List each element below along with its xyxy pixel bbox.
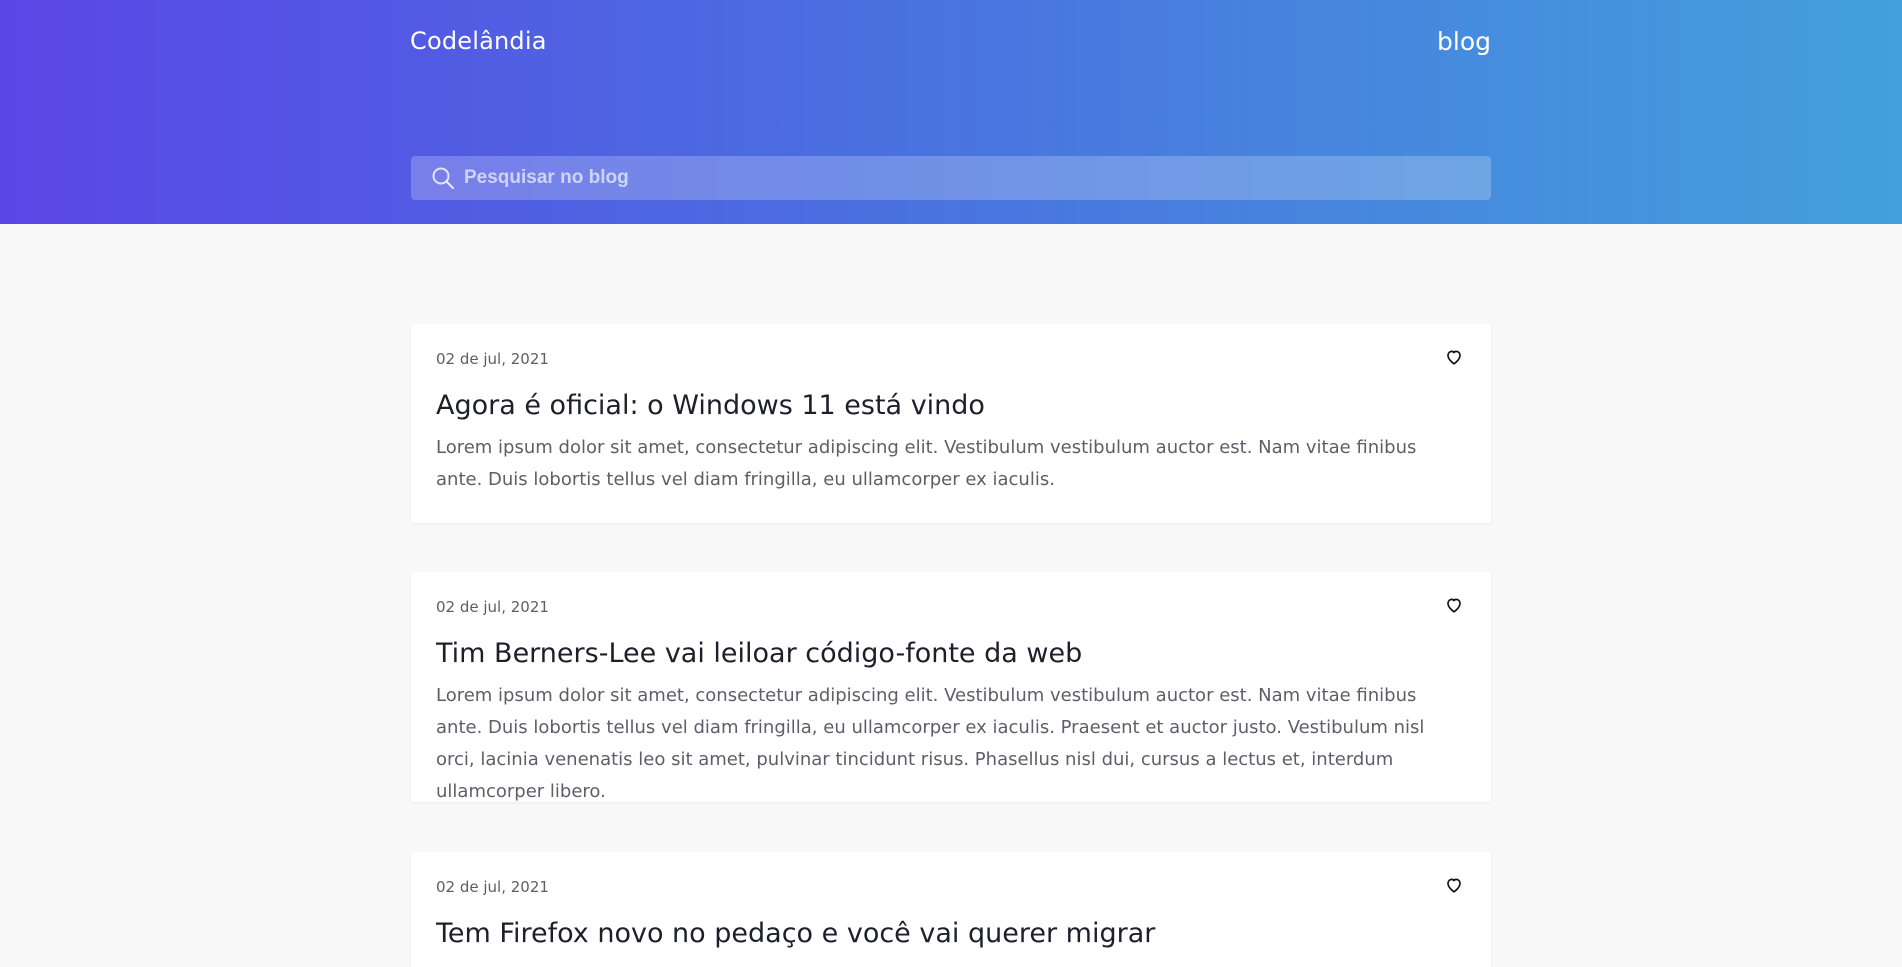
post-card: 02 de jul, 2021 Tim Berners-Lee vai leil… (411, 572, 1491, 802)
page-header: Codelândia blog (0, 0, 1902, 224)
site-logo[interactable]: Codelândia (410, 27, 547, 55)
search-bar (411, 156, 1491, 200)
heart-icon[interactable] (1445, 596, 1463, 614)
post-title[interactable]: Agora é oficial: o Windows 11 está vindo (436, 390, 985, 421)
post-excerpt: Lorem ipsum dolor sit amet, consectetur … (436, 437, 1417, 490)
search-input[interactable] (464, 156, 1491, 200)
post-title[interactable]: Tem Firefox novo no pedaço e você vai qu… (436, 918, 1155, 949)
heart-icon[interactable] (1445, 348, 1463, 366)
heart-icon[interactable] (1445, 876, 1463, 894)
post-title[interactable]: Tim Berners-Lee vai leiloar código-fonte… (436, 638, 1082, 669)
search-icon (430, 165, 456, 191)
post-card: 02 de jul, 2021 Agora é oficial: o Windo… (411, 324, 1491, 523)
post-card: 02 de jul, 2021 Tem Firefox novo no peda… (411, 852, 1491, 967)
nav-link-blog[interactable]: blog (1437, 27, 1491, 56)
post-date: 02 de jul, 2021 (436, 878, 549, 896)
post-date: 02 de jul, 2021 (436, 598, 549, 616)
post-excerpt: Lorem ipsum dolor sit amet, consectetur … (436, 685, 1425, 802)
post-date: 02 de jul, 2021 (436, 350, 549, 368)
